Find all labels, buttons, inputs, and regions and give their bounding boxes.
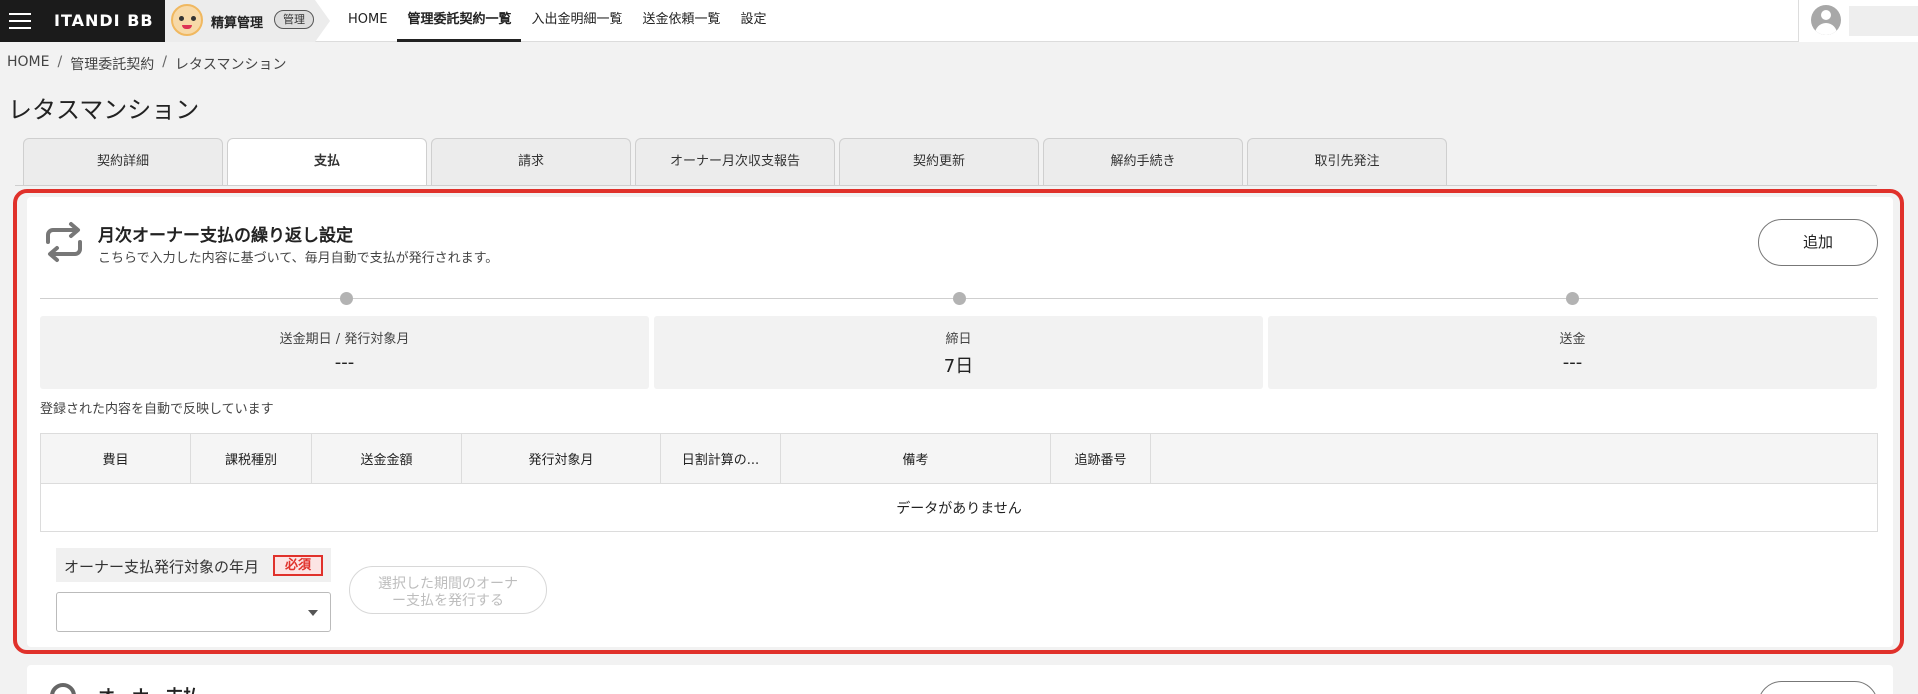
- nav-item-settings[interactable]: 設定: [731, 0, 777, 42]
- brand-area: ITANDI BB: [0, 0, 165, 42]
- column-header-prorated[interactable]: 日割計算の...: [660, 433, 781, 484]
- summary-value: ---: [1562, 352, 1583, 373]
- tab-contract-details[interactable]: 契約詳細: [23, 138, 223, 185]
- brand-logo[interactable]: ITANDI BB: [54, 11, 154, 30]
- nav-item-remittance[interactable]: 送金依頼一覧: [632, 0, 730, 42]
- user-area: [1798, 0, 1918, 42]
- summary-value: ---: [334, 352, 355, 373]
- breadcrumb-current: レタスマンション: [174, 57, 287, 73]
- target-month-select[interactable]: [56, 592, 331, 632]
- breadcrumb-contracts[interactable]: 管理委託契約: [70, 54, 154, 74]
- summary-remittance-date: 送金期日 / 発行対象月 ---: [40, 316, 649, 389]
- tab-vendor-orders[interactable]: 取引先発注: [1247, 138, 1447, 185]
- user-avatar-icon[interactable]: [1811, 5, 1841, 35]
- tab-owner-monthly-report[interactable]: オーナー月次収支報告: [635, 138, 835, 185]
- table-header-row: 費目 課税種別 送金金額 発行対象月 日割計算の... 備考 追跡番号: [40, 433, 1878, 484]
- timeline-dot: [340, 292, 353, 305]
- owner-payment-title: オーナー支払: [98, 682, 200, 694]
- summary-remittance: 送金 ---: [1268, 316, 1877, 389]
- column-header-remarks[interactable]: 備考: [780, 433, 1051, 484]
- page-title: レタスマンション: [8, 96, 200, 124]
- column-header-tracking-number[interactable]: 追跡番号: [1050, 433, 1151, 484]
- chevron-down-icon[interactable]: [308, 610, 318, 616]
- app-role-badge: 管理: [274, 10, 314, 29]
- tab-contract-renewal[interactable]: 契約更新: [839, 138, 1039, 185]
- issue-button-line2: ー支払を発行する: [392, 593, 504, 609]
- main-nav: HOME 管理委託契約一覧 入出金明細一覧 送金依頼一覧 設定: [338, 0, 777, 42]
- summary-label: 締日: [945, 332, 972, 347]
- summary-value: 7日: [943, 356, 974, 377]
- tab-payment[interactable]: 支払: [227, 138, 427, 186]
- column-header-tax-type[interactable]: 課税種別: [190, 433, 312, 484]
- breadcrumb-separator: /: [57, 54, 63, 70]
- app-switcher[interactable]: 精算管理 管理: [165, 0, 330, 42]
- table-empty-message: データがありません: [40, 483, 1878, 532]
- required-badge: 必須: [273, 555, 323, 576]
- mascot-icon: [171, 4, 203, 36]
- summary-label: 送金: [1559, 332, 1586, 347]
- top-navigation-bar: ITANDI BB 精算管理 管理 HOME 管理委託契約一覧 入出金明細一覧 …: [0, 0, 1918, 42]
- issue-button-line1: 選択した期間のオーナ: [378, 576, 518, 592]
- app-name: 精算管理: [211, 16, 264, 31]
- recurring-items-table: 費目 課税種別 送金金額 発行対象月 日割計算の... 備考 追跡番号 データが…: [40, 433, 1878, 532]
- owner-payment-action-button[interactable]: [1758, 681, 1878, 694]
- nav-item-contracts[interactable]: 管理委託契約一覧: [397, 0, 522, 42]
- card-title: 月次オーナー支払の繰り返し設定: [98, 226, 353, 246]
- tab-billing[interactable]: 請求: [431, 138, 631, 185]
- user-name-placeholder[interactable]: [1849, 6, 1918, 36]
- summary-label: 送金期日 / 発行対象月: [279, 332, 410, 347]
- table-row: データがありません: [40, 483, 1878, 532]
- repeat-icon: [46, 222, 82, 262]
- owner-payment-card: [27, 665, 1893, 694]
- issue-owner-payment-button[interactable]: 選択した期間のオーナ ー支払を発行する: [349, 566, 547, 614]
- timeline-dot: [1566, 292, 1579, 305]
- column-header-amount[interactable]: 送金金額: [311, 433, 462, 484]
- column-header-target-month[interactable]: 発行対象月: [461, 433, 661, 484]
- tab-termination[interactable]: 解約手続き: [1043, 138, 1243, 185]
- card-subtitle: こちらで入力した内容に基づいて、毎月自動で支払が発行されます。: [98, 251, 499, 266]
- timeline-dot: [953, 292, 966, 305]
- auto-reflect-note: 登録された内容を自動で反映しています: [40, 402, 274, 417]
- tabs-divider: [15, 185, 1877, 186]
- column-header-expense-item[interactable]: 費目: [40, 433, 191, 484]
- column-header-filler: [1150, 433, 1878, 484]
- breadcrumb-separator: /: [162, 54, 167, 70]
- breadcrumb: HOME / 管理委託契約 / レタスマンション: [7, 54, 287, 74]
- target-month-label: オーナー支払発行対象の年月: [64, 558, 260, 576]
- summary-closing-day: 締日 7日: [654, 316, 1263, 389]
- contract-tabs: 契約詳細 支払 請求 オーナー月次収支報告 契約更新 解約手続き 取引先発注: [23, 138, 1447, 186]
- nav-item-home[interactable]: HOME: [338, 0, 397, 42]
- add-button[interactable]: 追加: [1758, 219, 1878, 266]
- menu-icon[interactable]: [9, 10, 31, 30]
- nav-item-transactions[interactable]: 入出金明細一覧: [521, 0, 632, 42]
- breadcrumb-home[interactable]: HOME: [7, 54, 49, 74]
